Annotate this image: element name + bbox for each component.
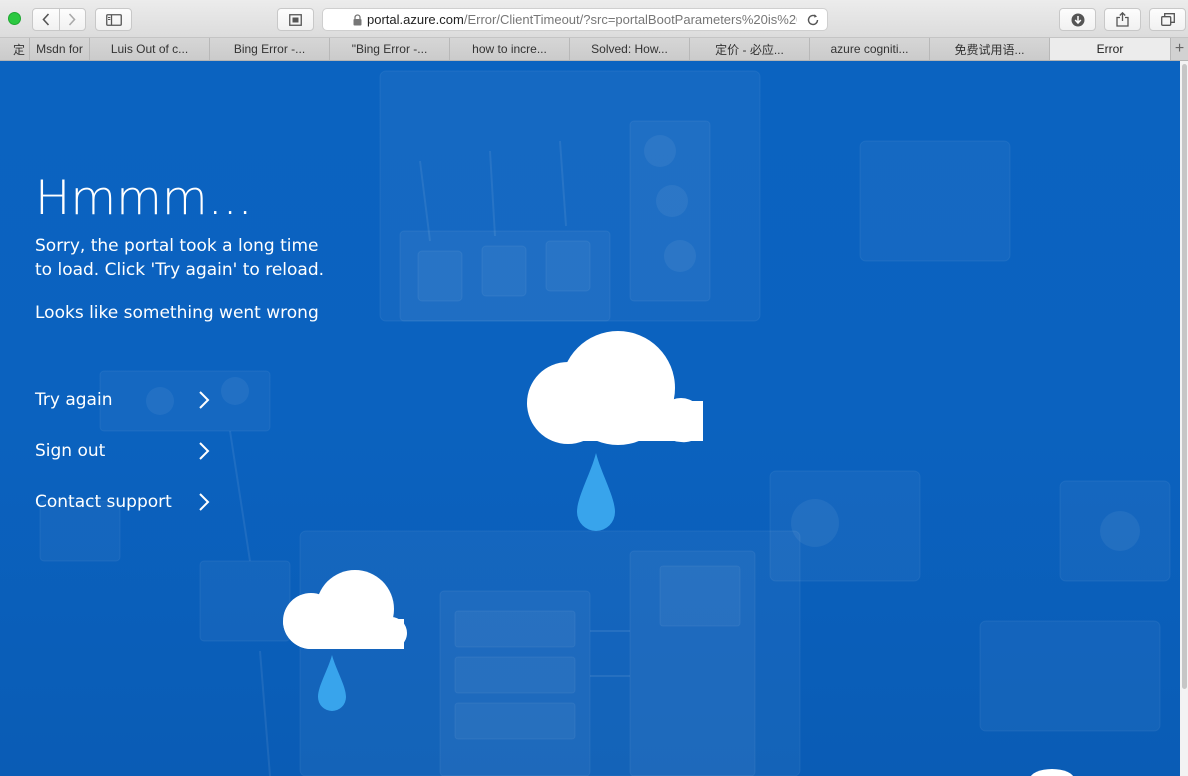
- browser-tab[interactable]: Solved: How...: [570, 38, 690, 60]
- browser-tab-label: Luis Out of c...: [110, 42, 189, 56]
- chevron-left-icon: [42, 13, 50, 26]
- browser-tab[interactable]: azure cogniti...: [810, 38, 930, 60]
- new-tab-button[interactable]: +: [1171, 38, 1188, 60]
- small-cloud-icon: [283, 570, 407, 649]
- try-again-label: Try again: [35, 389, 113, 410]
- share-icon: [1116, 12, 1129, 27]
- show-all-tabs-button[interactable]: [1149, 8, 1186, 31]
- reader-view-button[interactable]: [277, 8, 314, 31]
- browser-tab[interactable]: 定: [0, 38, 30, 60]
- browser-tab[interactable]: 免费试用语...: [930, 38, 1050, 60]
- browser-tab[interactable]: 定价 - 必应...: [690, 38, 810, 60]
- forward-button[interactable]: [58, 9, 85, 30]
- page-scrollbar-thumb[interactable]: [1182, 64, 1187, 689]
- url-text: portal.azure.com/Error/ClientTimeout/?sr…: [367, 12, 797, 27]
- share-button[interactable]: [1104, 8, 1141, 31]
- error-content: Hmmm... Sorry, the portal took a long ti…: [35, 171, 335, 324]
- browser-tab[interactable]: "Bing Error -...: [330, 38, 450, 60]
- address-bar[interactable]: portal.azure.com/Error/ClientTimeout/?sr…: [322, 8, 828, 31]
- sign-out-label: Sign out: [35, 440, 106, 461]
- contact-support-label: Contact support: [35, 491, 172, 512]
- contact-support-link[interactable]: Contact support: [35, 476, 210, 527]
- tabs-overview-icon: [1160, 13, 1175, 26]
- browser-tab[interactable]: Bing Error -...: [210, 38, 330, 60]
- browser-toolbar: portal.azure.com/Error/ClientTimeout/?sr…: [0, 0, 1188, 38]
- reader-icon: [289, 13, 302, 26]
- browser-tab[interactable]: Error: [1050, 38, 1171, 60]
- url-path: /Error/ClientTimeout/?src=portalBootPara…: [463, 12, 797, 27]
- browser-tab[interactable]: Msdn for: [30, 38, 90, 60]
- error-message: Sorry, the portal took a long time to lo…: [35, 236, 325, 280]
- browser-tab-label: how to incre...: [472, 42, 547, 56]
- chevron-right-icon: [199, 441, 210, 460]
- browser-tab-label: "Bing Error -...: [351, 42, 428, 56]
- browser-tab-label: azure cogniti...: [830, 42, 909, 56]
- browser-tab-label: 免费试用语...: [954, 42, 1025, 57]
- try-again-link[interactable]: Try again: [35, 374, 210, 425]
- tab-bar: 定 Msdn for Luis Out of c... Bing Error -...…: [0, 38, 1188, 61]
- browser-tab-label: Solved: How...: [591, 42, 668, 56]
- azure-error-page: Hmmm... Sorry, the portal took a long ti…: [0, 61, 1180, 776]
- partial-cloud-icon: [1031, 769, 1073, 776]
- nav-buttons: [32, 8, 86, 31]
- lock-icon: [353, 14, 362, 26]
- action-list: Try again Sign out Contact support: [35, 374, 210, 527]
- sign-out-link[interactable]: Sign out: [35, 425, 210, 476]
- browser-tab-label: Bing Error -...: [233, 42, 306, 56]
- sidebar-toggle-button[interactable]: [95, 8, 132, 31]
- chevron-right-icon: [199, 492, 210, 511]
- error-sub-message: Looks like something went wrong: [35, 303, 319, 323]
- downloads-button[interactable]: [1059, 8, 1096, 31]
- download-icon: [1071, 13, 1084, 26]
- browser-tab-label: Error: [1096, 42, 1124, 56]
- browser-tab-label: 定: [12, 42, 25, 57]
- url-host: portal.azure.com: [367, 12, 464, 27]
- large-cloud-icon: [527, 331, 703, 445]
- sidebar-icon: [105, 13, 122, 26]
- chevron-right-icon: [69, 13, 77, 26]
- browser-tab[interactable]: Luis Out of c...: [90, 38, 210, 60]
- large-raindrop-icon: [577, 453, 615, 531]
- small-raindrop-icon: [318, 655, 346, 711]
- browser-tab-label: Msdn for: [36, 42, 83, 56]
- back-button[interactable]: [33, 9, 59, 30]
- chevron-right-icon: [199, 390, 210, 409]
- window-zoom-button[interactable]: [8, 12, 21, 25]
- page-title: Hmmm...: [35, 171, 253, 226]
- reload-icon[interactable]: [806, 13, 820, 27]
- browser-tab-label: 定价 - 必应...: [715, 42, 784, 57]
- browser-tab[interactable]: how to incre...: [450, 38, 570, 60]
